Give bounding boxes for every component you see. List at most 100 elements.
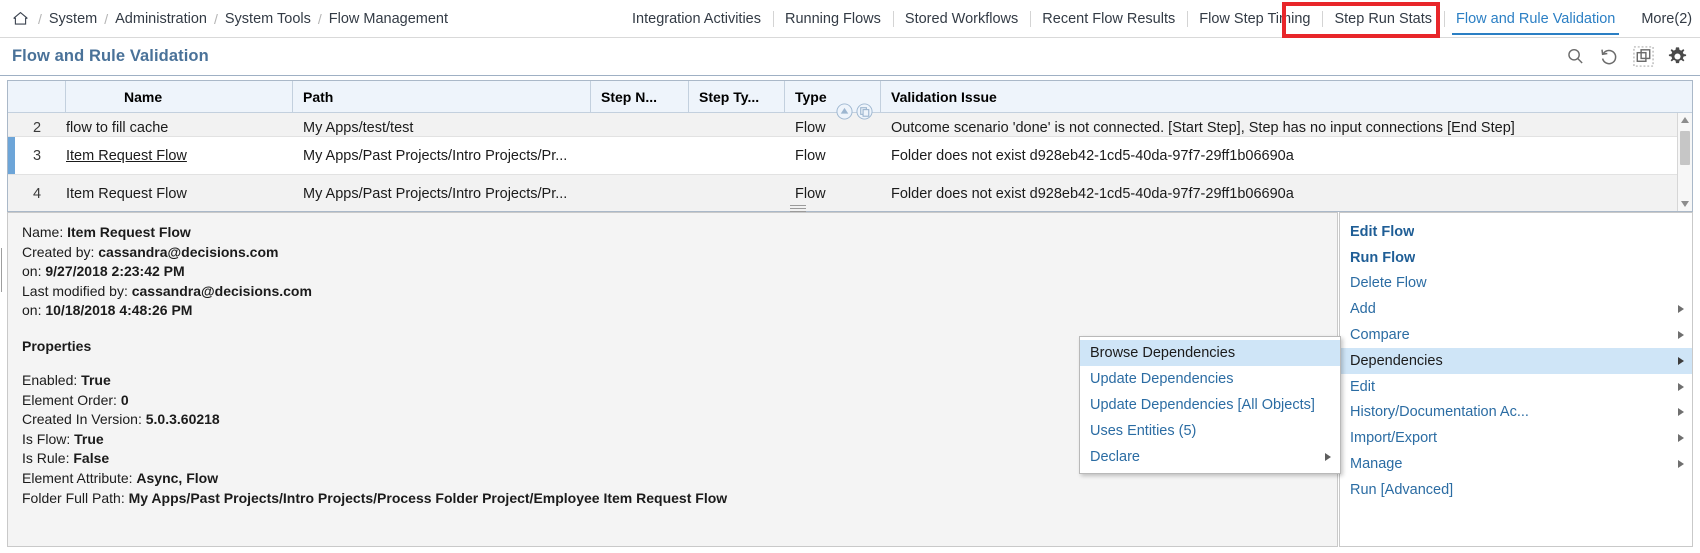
menu-item-label: Compare (1350, 327, 1410, 344)
row-validation-issue: Folder does not exist d928eb42-1cd5-40da… (891, 185, 1294, 202)
gear-icon[interactable] (1664, 44, 1690, 70)
tab-flow-step-timing[interactable]: Flow Step Timing (1187, 0, 1322, 38)
menu-item-label: Edit (1350, 378, 1375, 395)
submenu-item-label: Browse Dependencies (1090, 345, 1236, 361)
table-row[interactable]: 4 Item Request Flow My Apps/Past Project… (8, 175, 1692, 211)
property-value: False (73, 450, 110, 467)
scrollbar-thumb[interactable] (1680, 131, 1690, 165)
more-tabs-label: More(2) (1641, 10, 1693, 27)
scroll-down-icon[interactable] (1678, 197, 1692, 211)
menu-item-label: History/Documentation Ac... (1350, 404, 1529, 421)
chevron-right-icon (1678, 356, 1684, 365)
table-row[interactable]: 3 Item Request Flow My Apps/Past Project… (8, 137, 1692, 175)
menu-item-dependencies[interactable]: Dependencies (1340, 347, 1692, 374)
search-icon[interactable] (1562, 44, 1588, 70)
row-validation-issue: Outcome scenario 'done' is not connected… (891, 120, 1515, 136)
detail-name-value: Item Request Flow (67, 224, 191, 240)
menu-item-label: Dependencies (1350, 352, 1443, 369)
submenu-item-label: Update Dependencies [All Objects] (1090, 397, 1315, 413)
detail-modified-by: Last modified by: cassandra@decisions.co… (22, 282, 1337, 302)
property-value: True (74, 430, 104, 447)
column-header-path[interactable]: Path (293, 81, 591, 113)
row-path: My Apps/Past Projects/Intro Projects/Pr.… (303, 147, 568, 164)
horizontal-resize-grip[interactable] (1, 248, 6, 292)
copy-window-icon[interactable] (1630, 44, 1656, 70)
menu-item-delete-flow[interactable]: Delete Flow (1340, 271, 1692, 297)
tab-stored-workflows[interactable]: Stored Workflows (892, 0, 1030, 38)
row-index: 3 (32, 147, 42, 164)
property-label: Element Order: (22, 391, 117, 408)
column-header-validation-issue[interactable]: Validation Issue (881, 81, 1692, 113)
menu-item-manage[interactable]: Manage (1340, 451, 1692, 477)
detail-modified-by-value: cassandra@decisions.com (131, 282, 312, 299)
menu-item-edit[interactable]: Edit (1340, 374, 1692, 400)
breadcrumb-separator: / (104, 10, 109, 27)
column-header-index[interactable] (8, 81, 66, 113)
row-name[interactable]: Item Request Flow (66, 186, 293, 202)
row-type: Flow (795, 185, 826, 202)
group-columns-icon[interactable] (856, 103, 873, 125)
breadcrumb-item-system[interactable]: System (49, 11, 97, 27)
submenu-item-update-dependencies-all-objects[interactable]: Update Dependencies [All Objects] (1080, 392, 1340, 418)
menu-item-import-export[interactable]: Import/Export (1340, 425, 1692, 451)
chevron-right-icon (1678, 408, 1684, 417)
menu-item-label: Delete Flow (1350, 275, 1427, 292)
menu-item-add[interactable]: Add (1340, 296, 1692, 322)
detail-created-on-label: on: (22, 263, 42, 280)
menu-item-compare[interactable]: Compare (1340, 322, 1692, 348)
property-label: Is Rule: (22, 450, 70, 467)
more-tabs-dropdown[interactable]: More(2) (1627, 0, 1700, 38)
property-value: 0 (120, 391, 129, 408)
home-icon[interactable] (12, 10, 29, 27)
page-title: Flow and Rule Validation (12, 47, 209, 65)
row-path: My Apps/Past Projects/Intro Projects/Pr.… (303, 185, 568, 202)
grid-vertical-scrollbar[interactable] (1677, 113, 1692, 211)
app-root: / System / Administration / System Tools… (0, 0, 1700, 553)
submenu-item-declare[interactable]: Declare (1080, 444, 1340, 470)
menu-item-label: Run Flow (1350, 249, 1416, 266)
menu-item-label: Add (1350, 301, 1376, 318)
page-toolbar (1562, 44, 1690, 70)
detail-modified-on-value: 10/18/2018 4:48:26 PM (45, 302, 193, 319)
tab-flow-and-rule-validation[interactable]: Flow and Rule Validation (1444, 0, 1627, 38)
menu-item-run-flow[interactable]: Run Flow (1340, 245, 1692, 271)
detail-created-by: Created by: cassandra@decisions.com (22, 243, 1337, 263)
submenu-item-update-dependencies[interactable]: Update Dependencies (1080, 366, 1340, 392)
detail-modified-on: on: 10/18/2018 4:48:26 PM (22, 301, 1337, 321)
sort-ascending-icon[interactable] (836, 103, 853, 125)
property-label: Element Attribute: (22, 469, 133, 486)
column-header-step-name[interactable]: Step N... (591, 81, 689, 113)
breadcrumb-item-administration[interactable]: Administration (115, 11, 207, 27)
property-value: Async, Flow (136, 469, 219, 486)
property-label: Is Flow: (22, 430, 71, 447)
breadcrumb-item-system-tools[interactable]: System Tools (225, 11, 311, 27)
row-path: My Apps/test/test (303, 120, 414, 136)
column-header-step-type[interactable]: Step Ty... (689, 81, 785, 113)
tab-step-run-stats[interactable]: Step Run Stats (1322, 0, 1444, 38)
nav-tab-list: Integration Activities Running Flows Sto… (620, 0, 1700, 38)
row-name[interactable]: Item Request Flow (66, 148, 293, 164)
row-index: 2 (32, 120, 42, 136)
page-header: Flow and Rule Validation (0, 38, 1700, 76)
column-header-name[interactable]: Name (66, 81, 293, 113)
menu-item-run-advanced[interactable]: Run [Advanced] (1340, 477, 1692, 503)
panel-resize-handle[interactable] (790, 205, 806, 212)
breadcrumb-item-flow-management[interactable]: Flow Management (329, 11, 448, 27)
menu-item-label: Edit Flow (1350, 223, 1415, 240)
chevron-right-icon (1678, 331, 1684, 340)
menu-item-edit-flow[interactable]: Edit Flow (1340, 219, 1692, 245)
detail-modified-on-label: on: (22, 302, 42, 319)
scroll-up-icon[interactable] (1678, 113, 1692, 127)
menu-item-label: Run [Advanced] (1350, 481, 1454, 498)
tab-integration-activities[interactable]: Integration Activities (620, 0, 773, 38)
tab-running-flows[interactable]: Running Flows (773, 0, 893, 38)
menu-item-history-documentation[interactable]: History/Documentation Ac... (1340, 400, 1692, 426)
submenu-item-browse-dependencies[interactable]: Browse Dependencies (1080, 340, 1340, 366)
property-label: Enabled: (22, 371, 78, 388)
chevron-right-icon (1678, 460, 1684, 469)
undo-history-icon[interactable] (1596, 44, 1622, 70)
row-name[interactable]: flow to fill cache (66, 120, 293, 136)
tab-recent-flow-results[interactable]: Recent Flow Results (1030, 0, 1187, 38)
submenu-item-uses-entities[interactable]: Uses Entities (5) (1080, 418, 1340, 444)
